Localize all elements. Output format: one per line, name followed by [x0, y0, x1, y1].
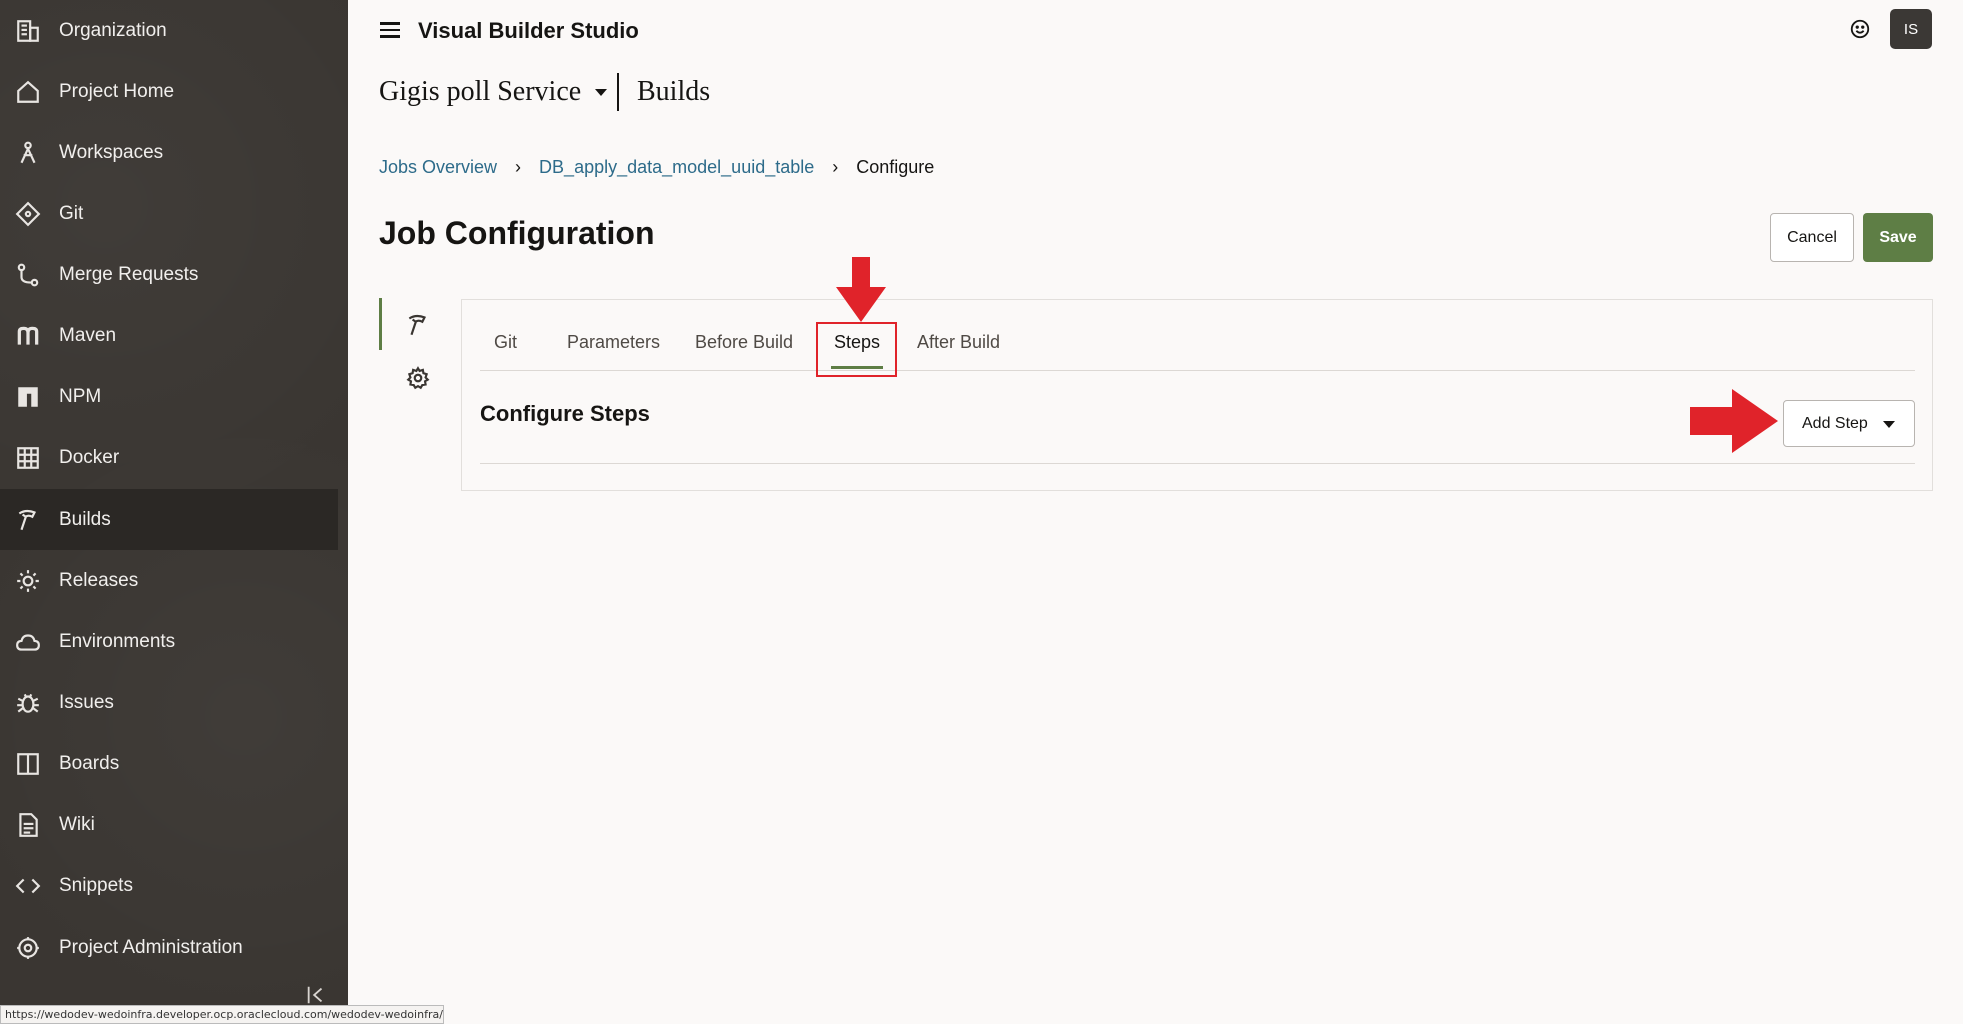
sidebar-item-label: Git	[59, 202, 84, 224]
sidebar-item-boards[interactable]: Boards	[0, 733, 338, 794]
annotation-arrow-down-icon	[836, 257, 886, 322]
docker-icon	[14, 444, 42, 472]
divider	[480, 370, 1915, 371]
tab-parameters[interactable]: Parameters	[567, 332, 660, 353]
cancel-button[interactable]: Cancel	[1770, 213, 1854, 262]
building-icon	[14, 17, 42, 45]
sidebar-item-maven[interactable]: Maven	[0, 305, 338, 366]
merge-icon	[14, 261, 42, 289]
tab-git[interactable]: Git	[494, 332, 517, 353]
sidebar-item-label: Merge Requests	[59, 263, 199, 285]
project-selector[interactable]: Gigis poll Service	[379, 76, 608, 108]
save-button[interactable]: Save	[1863, 213, 1933, 262]
breadcrumb: Jobs Overview › DB_apply_data_model_uuid…	[379, 157, 934, 178]
sidebar: Organization Project Home Workspaces Git…	[0, 0, 348, 1024]
sidebar-item-label: Boards	[59, 752, 120, 774]
sidebar-item-workspaces[interactable]: Workspaces	[0, 122, 338, 183]
sidebar-item-label: Maven	[59, 324, 117, 346]
sidebar-item-builds[interactable]: Builds	[0, 489, 338, 550]
chevron-down-icon	[1883, 421, 1895, 428]
bug-icon	[14, 689, 42, 717]
rail-active-indicator	[379, 298, 382, 350]
sidebar-item-organization[interactable]: Organization	[0, 0, 338, 61]
page-title: Job Configuration	[379, 215, 655, 251]
app-title: Visual Builder Studio	[418, 18, 639, 43]
chevron-right-icon: ›	[832, 157, 839, 177]
sidebar-item-label: Docker	[59, 446, 120, 468]
project-name: Gigis poll Service	[379, 76, 582, 107]
sidebar-item-docker[interactable]: Docker	[0, 427, 338, 488]
sidebar-item-snippets[interactable]: Snippets	[0, 855, 338, 916]
divider	[617, 73, 619, 111]
sidebar-item-git[interactable]: Git	[0, 183, 338, 244]
sidebar-item-label: Project Home	[59, 80, 175, 102]
feedback-smiley-icon[interactable]	[1849, 18, 1871, 40]
home-icon	[14, 78, 42, 106]
sidebar-item-label: Organization	[59, 19, 167, 41]
avatar[interactable]: IS	[1890, 9, 1932, 49]
annotation-arrow-right-icon	[1690, 389, 1778, 453]
hammer-icon	[14, 506, 42, 534]
sidebar-item-label: Project Administration	[59, 936, 243, 958]
sidebar-item-label: Workspaces	[59, 141, 164, 163]
sidebar-item-label: Snippets	[59, 874, 133, 896]
chevron-right-icon: ›	[515, 157, 522, 177]
sidebar-item-label: Builds	[59, 508, 111, 530]
tab-before-build[interactable]: Before Build	[695, 332, 793, 353]
chevron-down-icon	[595, 88, 608, 96]
status-url: https://wedodev-wedoinfra.developer.ocp.…	[0, 1005, 444, 1024]
section-title: Builds	[637, 76, 711, 107]
settings-icon	[14, 934, 42, 962]
hammer-icon[interactable]	[405, 312, 431, 338]
tab-after-build[interactable]: After Build	[917, 332, 1000, 353]
cloud-icon	[14, 628, 42, 656]
breadcrumb-link-job[interactable]: DB_apply_data_model_uuid_table	[539, 157, 814, 178]
git-icon	[14, 200, 42, 228]
maven-icon	[14, 322, 42, 350]
sidebar-item-releases[interactable]: Releases	[0, 550, 338, 611]
document-icon	[14, 811, 42, 839]
breadcrumb-link-jobs-overview[interactable]: Jobs Overview	[379, 157, 497, 178]
gear-icon[interactable]	[405, 365, 431, 391]
add-step-button[interactable]: Add Step	[1783, 400, 1915, 447]
sidebar-item-wiki[interactable]: Wiki	[0, 794, 338, 855]
sidebar-item-merge-requests[interactable]: Merge Requests	[0, 244, 338, 305]
workspace-icon	[14, 139, 42, 167]
sidebar-item-environments[interactable]: Environments	[0, 611, 338, 672]
sidebar-item-label: Issues	[59, 691, 114, 713]
divider	[480, 463, 1915, 464]
section-heading: Configure Steps	[480, 401, 650, 426]
code-icon	[14, 872, 42, 900]
gear-icon	[14, 567, 42, 595]
board-icon	[14, 750, 42, 778]
menu-icon[interactable]	[378, 18, 402, 42]
sidebar-item-label: NPM	[59, 385, 102, 407]
sidebar-item-project-home[interactable]: Project Home	[0, 61, 338, 122]
breadcrumb-current: Configure	[856, 157, 935, 177]
sidebar-item-project-administration[interactable]: Project Administration	[0, 917, 338, 978]
sidebar-item-label: Environments	[59, 630, 176, 652]
sidebar-item-issues[interactable]: Issues	[0, 672, 338, 733]
add-step-label: Add Step	[1802, 414, 1868, 432]
annotation-highlight-box	[816, 322, 897, 377]
sidebar-item-label: Wiki	[59, 813, 95, 835]
sidebar-item-npm[interactable]: NPM	[0, 366, 338, 427]
sidebar-item-label: Releases	[59, 569, 139, 591]
npm-icon	[14, 383, 42, 411]
